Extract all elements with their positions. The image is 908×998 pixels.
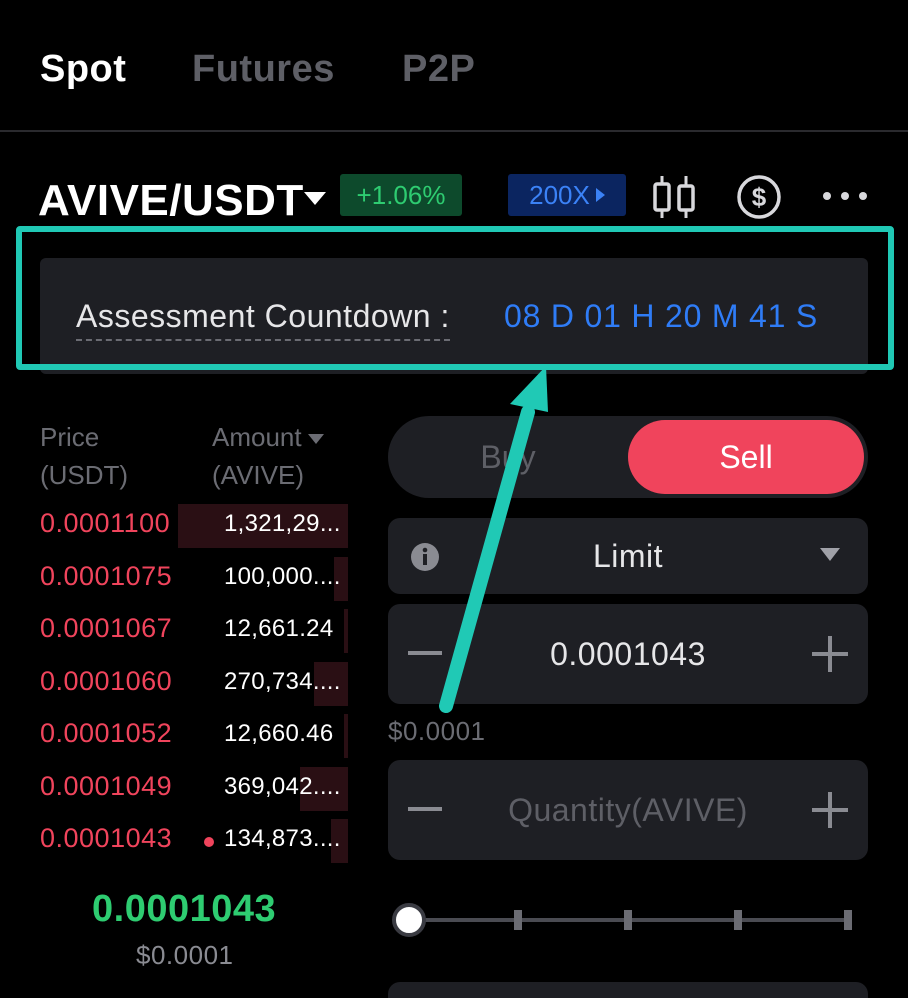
depth-bar xyxy=(344,609,348,653)
orderbook-row[interactable]: 0.0001067 12,661.24 xyxy=(40,605,348,657)
quantity-slider[interactable] xyxy=(392,900,854,940)
price-header-label: Price xyxy=(40,422,100,452)
slider-thumb[interactable] xyxy=(392,903,426,937)
market-tabs: Spot Futures P2P xyxy=(0,0,908,132)
more-icon[interactable] xyxy=(820,178,870,214)
buy-sell-toggle: Buy Sell xyxy=(388,416,868,498)
amount-unit-label: (AVIVE) xyxy=(212,460,304,490)
orderbook-row[interactable]: 0.0001052 12,660.46 xyxy=(40,710,348,762)
pair-selector[interactable]: AVIVE/USDT xyxy=(38,176,304,226)
svg-text:$: $ xyxy=(752,182,767,212)
last-price: 0.0001043 xyxy=(92,888,277,930)
leverage-label: 200X xyxy=(529,179,590,210)
plus-icon[interactable] xyxy=(812,636,848,672)
orderbook-amount: 369,042.... xyxy=(224,772,341,800)
chevron-down-icon[interactable] xyxy=(304,192,326,205)
chevron-down-icon xyxy=(307,434,324,445)
orderbook-price: 0.0001049 xyxy=(40,770,173,801)
tab-p2p[interactable]: P2P xyxy=(402,48,475,91)
price-input[interactable]: 0.0001043 xyxy=(388,604,868,704)
price-value: 0.0001043 xyxy=(550,636,706,672)
order-type-value: Limit xyxy=(592,538,664,574)
orderbook-amount: 12,661.24 xyxy=(224,615,334,642)
orderbook-price: 0.0001052 xyxy=(40,718,173,748)
orderbook-row[interactable]: 0.0001060 270,734.... xyxy=(40,658,348,710)
leverage-button[interactable]: 200X xyxy=(508,174,626,216)
last-price-usd: $0.0001 xyxy=(136,940,234,970)
depth-bar xyxy=(344,714,348,758)
slider-tick-100[interactable] xyxy=(844,910,852,930)
candlestick-chart-icon[interactable] xyxy=(650,174,698,220)
orderbook-row[interactable]: 0.0001043 134,873.... xyxy=(40,815,348,867)
orderbook-amount: 100,000.... xyxy=(224,562,341,590)
price-change-badge: +1.06% xyxy=(340,174,462,216)
orderbook-amount: 270,734.... xyxy=(224,667,341,695)
quantity-placeholder: Quantity(AVIVE) xyxy=(508,792,748,828)
orderbook-row[interactable]: 0.0001075 100,000.... xyxy=(40,553,348,605)
own-order-dot-icon xyxy=(204,837,214,847)
chevron-down-icon xyxy=(820,548,840,561)
orderbook-amount: 134,873.... xyxy=(224,825,341,852)
annotation-highlight-box xyxy=(16,226,894,370)
play-triangle-icon xyxy=(595,188,605,202)
plus-icon[interactable] xyxy=(812,792,848,828)
order-total-field[interactable] xyxy=(388,982,868,998)
orderbook-amount: 1,321,29... xyxy=(224,510,341,537)
slider-tick-75[interactable] xyxy=(734,910,742,930)
slider-tick-50[interactable] xyxy=(624,910,632,930)
tab-spot[interactable]: Spot xyxy=(40,48,126,91)
buy-button[interactable]: Buy xyxy=(388,416,628,498)
slider-tick-25[interactable] xyxy=(514,910,522,930)
orderbook-row[interactable]: 0.0001100 1,321,29... xyxy=(40,500,348,552)
price-usd-value: $0.0001 xyxy=(388,716,486,746)
price-unit-label: (USDT) xyxy=(40,460,129,490)
orderbook-price: 0.0001060 xyxy=(40,665,173,696)
sell-button[interactable]: Sell xyxy=(628,420,864,494)
orderbook-price: 0.0001067 xyxy=(40,613,173,643)
dollar-circle-icon[interactable]: $ xyxy=(736,174,782,220)
orderbook-price: 0.0001075 xyxy=(40,560,173,591)
pair-header: AVIVE/USDT +1.06% 200X $ xyxy=(0,168,908,228)
orderbook-row[interactable]: 0.0001049 369,042.... xyxy=(40,763,348,815)
orderbook-price: 0.0001100 xyxy=(40,508,171,538)
order-type-select[interactable]: Limit xyxy=(388,518,868,594)
orderbook-amount-header[interactable]: Amount (AVIVE) xyxy=(212,418,324,494)
orderbook-price: 0.0001043 xyxy=(40,823,173,853)
amount-header-label: Amount xyxy=(212,422,302,452)
tab-futures[interactable]: Futures xyxy=(192,48,335,91)
orderbook-amount: 12,660.46 xyxy=(224,720,334,747)
orderbook-price-header: Price (USDT) xyxy=(40,418,128,494)
quantity-input[interactable]: Quantity(AVIVE) xyxy=(388,760,868,860)
